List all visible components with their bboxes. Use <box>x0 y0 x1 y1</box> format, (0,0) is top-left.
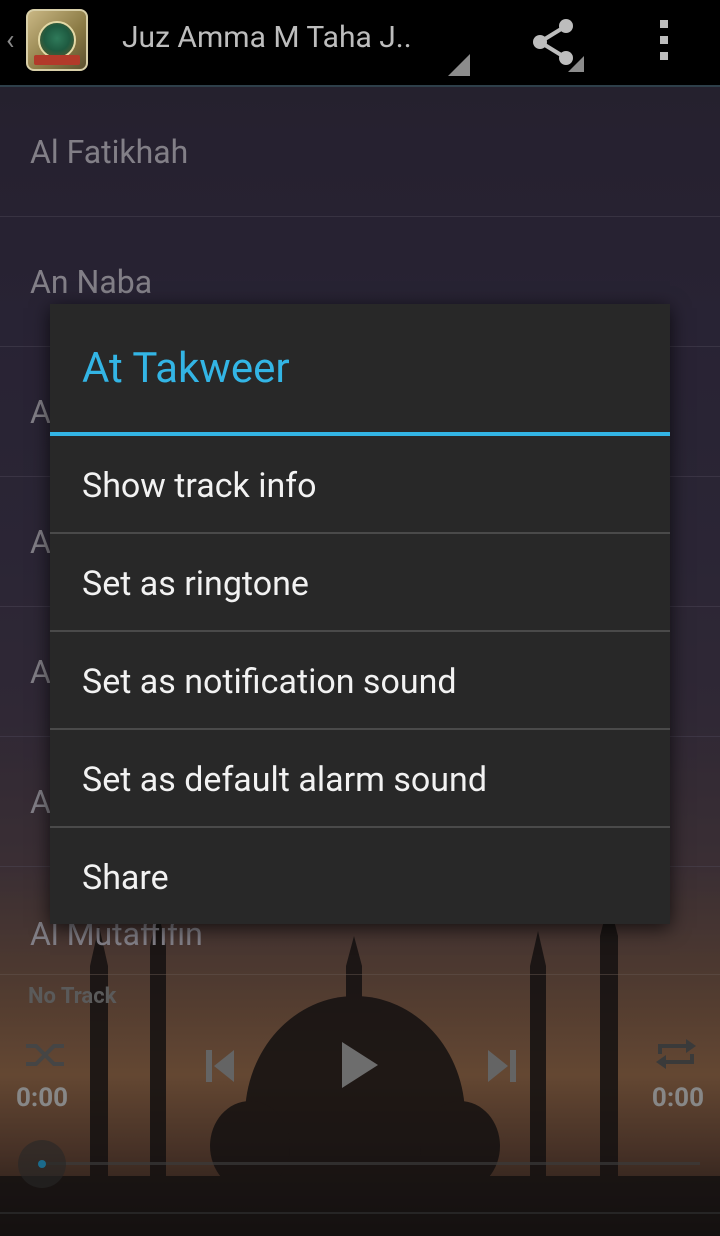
overflow-dot-icon <box>660 52 668 60</box>
menu-item-show-track-info[interactable]: Show track info <box>50 436 670 534</box>
menu-item-set-as-notification-sound[interactable]: Set as notification sound <box>50 632 670 730</box>
up-caret-icon[interactable]: ‹ <box>6 26 14 54</box>
context-menu-dialog: At Takweer Show track info Set as ringto… <box>50 304 670 924</box>
overflow-dot-icon <box>660 20 668 28</box>
dialog-title: At Takweer <box>82 344 290 393</box>
quran-icon <box>38 21 76 59</box>
menu-item-set-as-ringtone[interactable]: Set as ringtone <box>50 534 670 632</box>
menu-item-set-as-default-alarm-sound[interactable]: Set as default alarm sound <box>50 730 670 828</box>
app-icon-stand <box>34 55 80 65</box>
menu-item-share[interactable]: Share <box>50 828 670 926</box>
menu-item-label: Share <box>82 858 169 898</box>
menu-item-label: Set as ringtone <box>82 564 309 604</box>
overflow-dot-icon <box>660 36 668 44</box>
share-dropdown-indicator-icon <box>568 56 584 72</box>
app-title[interactable]: Juz Amma M Taha J.. <box>122 20 412 55</box>
app-icon[interactable] <box>26 9 88 71</box>
action-bar: ‹ Juz Amma M Taha J.. <box>0 0 720 86</box>
menu-item-label: Set as notification sound <box>82 662 457 702</box>
menu-item-label: Set as default alarm sound <box>82 760 487 800</box>
menu-item-label: Show track info <box>82 466 317 506</box>
overflow-menu-button[interactable] <box>650 16 678 66</box>
spinner-indicator-icon <box>448 54 470 76</box>
